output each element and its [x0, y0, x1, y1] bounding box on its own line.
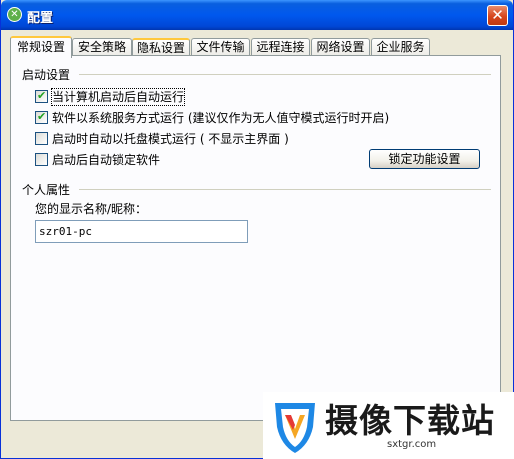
tab-general[interactable]: 常规设置: [10, 36, 72, 58]
option-auto-lock-label: 启动后自动锁定软件: [52, 153, 161, 167]
tab-security[interactable]: 安全策略: [72, 38, 132, 56]
tab-file-transfer[interactable]: 文件传输: [191, 38, 250, 56]
title-bar[interactable]: ✕ 配置 ✕: [1, 0, 513, 30]
display-name-input[interactable]: szr01-pc: [35, 220, 248, 243]
watermark-url: sxtgr.com: [387, 439, 437, 450]
close-button[interactable]: ✕: [487, 5, 508, 26]
app-icon: ✕: [7, 7, 22, 22]
startup-group-divider: [79, 74, 491, 75]
tab-remote-connection[interactable]: 远程连接: [251, 38, 310, 56]
tab-enterprise[interactable]: 企业服务: [371, 38, 430, 56]
tab-network[interactable]: 网络设置: [311, 38, 370, 56]
config-window: ✕ 配置 ✕ 常规设置 安全策略 隐私设置 文件传输 远程连接 网络设置 企业服…: [0, 0, 514, 459]
lock-settings-button[interactable]: 锁定功能设置: [369, 149, 480, 169]
checkbox-tray-mode[interactable]: [35, 132, 48, 145]
watermark: 摄像下载站 sxtgr.com: [263, 392, 514, 459]
option-tray-mode-label: 启动时自动以托盘模式运行 ( 不显示主界面 ): [52, 132, 289, 146]
tab-privacy[interactable]: 隐私设置: [132, 38, 190, 56]
checkbox-auto-lock[interactable]: [35, 153, 48, 166]
checkbox-autorun[interactable]: [35, 89, 48, 103]
watermark-text: 摄像下载站: [325, 401, 495, 440]
tab-panel-general: 启动设置 当计算机启动后自动运行 软件以系统服务方式运行 (建议仅作为无人值守模…: [10, 55, 501, 421]
startup-group-title: 启动设置: [22, 68, 71, 82]
personal-group-title: 个人属性: [22, 183, 71, 197]
personal-group-divider: [79, 189, 491, 190]
option-system-service-label: 软件以系统服务方式运行 (建议仅作为无人值守模式运行时开启): [52, 111, 390, 125]
display-name-label: 您的显示名称/昵称：: [35, 202, 148, 216]
window-title: 配置: [27, 11, 54, 26]
watermark-logo-icon: [275, 403, 315, 453]
checkbox-system-service[interactable]: [35, 110, 48, 124]
option-autorun-label: 当计算机启动后自动运行: [50, 88, 186, 106]
